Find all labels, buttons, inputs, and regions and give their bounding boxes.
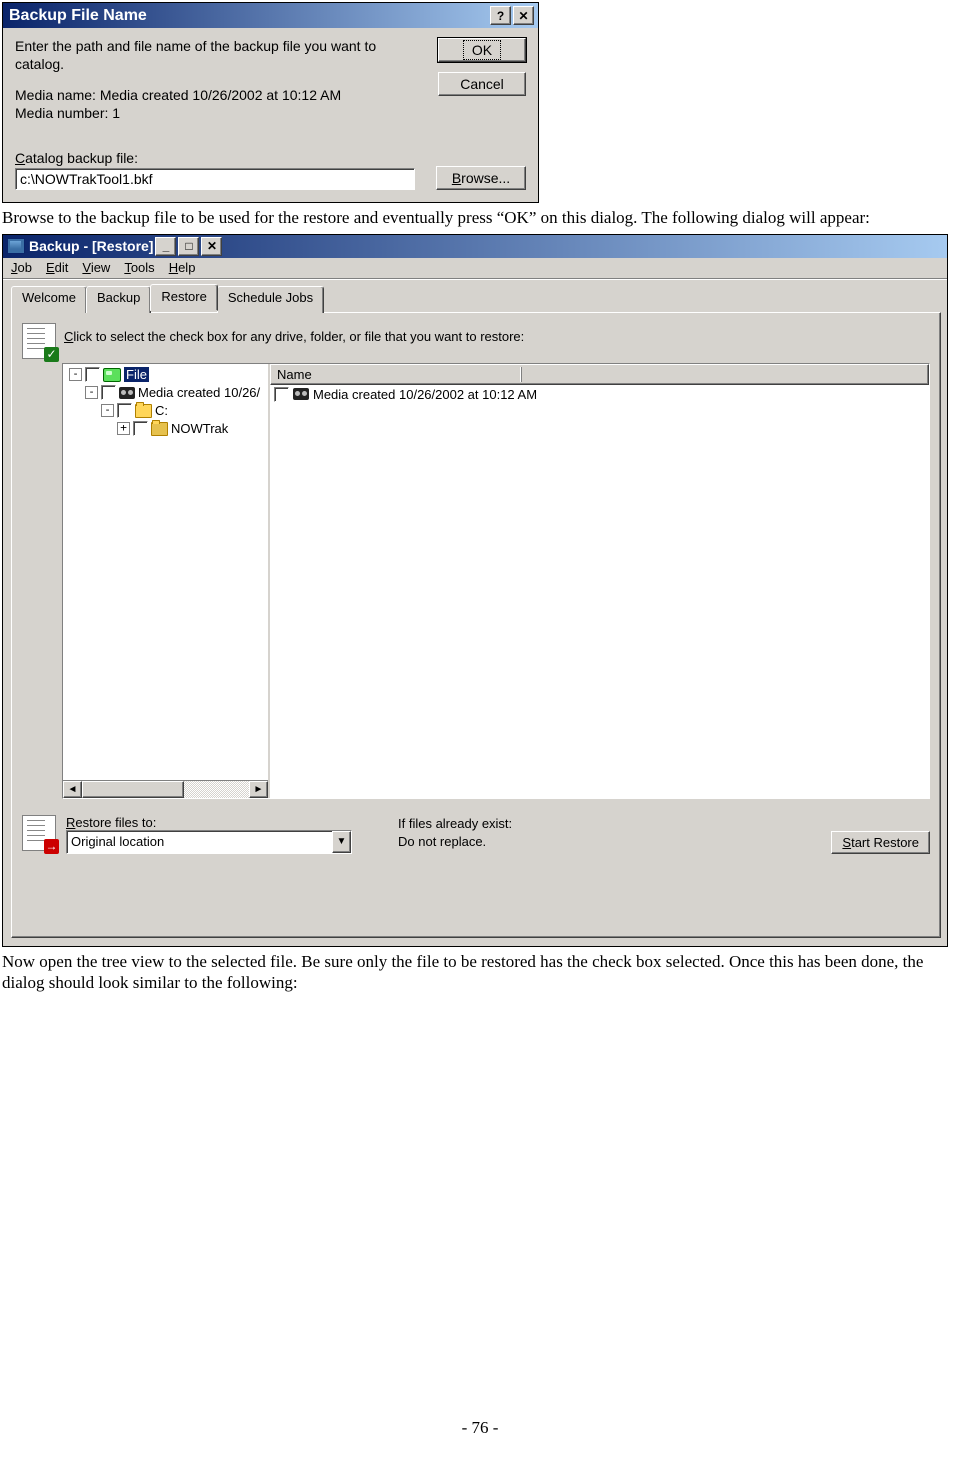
window-titlebar: Backup - [Restore] _ □ ✕: [3, 235, 947, 258]
menu-bar: Job Edit View Tools Help: [3, 258, 947, 279]
collapse-icon[interactable]: -: [69, 368, 82, 381]
close-icon[interactable]: ✕: [513, 6, 534, 25]
tree-checkbox[interactable]: [117, 403, 132, 418]
backup-restore-window: Backup - [Restore] _ □ ✕ Job Edit View T…: [2, 234, 948, 947]
tree-node-nowtrak[interactable]: + NOWTrak: [65, 420, 268, 438]
tab-welcome[interactable]: Welcome: [11, 286, 87, 313]
collapse-icon[interactable]: -: [101, 404, 114, 417]
tree-label-nowtrak: NOWTrak: [171, 421, 228, 436]
menu-help[interactable]: Help: [169, 260, 196, 275]
close-icon[interactable]: ✕: [201, 237, 222, 256]
restore-instruction-text: Click to select the check box for any dr…: [64, 323, 524, 344]
body-paragraph-1: Browse to the backup file to be used for…: [2, 207, 956, 228]
tree-label-drive: C:: [155, 403, 168, 418]
column-blank[interactable]: [521, 367, 922, 382]
list-item-media[interactable]: Media created 10/26/2002 at 10:12 AM: [270, 385, 929, 404]
scroll-right-icon[interactable]: ►: [249, 781, 268, 798]
list-checkbox[interactable]: [274, 387, 289, 402]
tape-icon: [119, 387, 135, 399]
maximize-icon[interactable]: □: [178, 237, 199, 256]
chevron-down-icon[interactable]: ▼: [332, 831, 351, 853]
expand-icon[interactable]: +: [117, 422, 130, 435]
dialog-titlebar: Backup File Name ? ✕: [3, 3, 538, 28]
tree-node-drive-c[interactable]: - C:: [65, 402, 268, 420]
tab-restore[interactable]: Restore: [150, 284, 218, 311]
list-item-label: Media created 10/26/2002 at 10:12 AM: [313, 387, 537, 402]
tree-checkbox[interactable]: [133, 421, 148, 436]
column-name[interactable]: Name: [277, 367, 521, 382]
restore-checklist-icon: [22, 323, 56, 359]
restore-target-icon: [22, 815, 56, 851]
restore-files-to-label: Restore files to:: [66, 815, 352, 830]
list-pane[interactable]: Name Media created 10/26/2002 at 10:12 A…: [268, 364, 929, 798]
catalog-file-input[interactable]: [15, 168, 415, 190]
cancel-button[interactable]: Cancel: [438, 72, 526, 96]
menu-edit[interactable]: Edit: [46, 260, 68, 275]
backup-file-name-dialog: Backup File Name ? ✕ OK Cancel Enter the…: [2, 2, 539, 203]
page-number: - 76 -: [0, 1418, 960, 1438]
files-exist-value: Do not replace.: [398, 833, 512, 851]
tree-checkbox[interactable]: [85, 367, 100, 382]
collapse-icon[interactable]: -: [85, 386, 98, 399]
dialog-instruction-text: Enter the path and file name of the back…: [15, 38, 395, 73]
tape-icon: [293, 388, 309, 400]
media-number-text: Media number: 1: [15, 105, 526, 123]
window-title-text: Backup - [Restore]: [29, 238, 153, 254]
start-restore-button[interactable]: Start Restore: [831, 831, 930, 854]
folder-closed-icon: [151, 422, 168, 436]
tree-node-media[interactable]: - Media created 10/26/: [65, 384, 268, 402]
scroll-left-icon[interactable]: ◄: [63, 781, 82, 798]
file-root-icon: [103, 368, 121, 382]
list-header[interactable]: Name: [270, 364, 929, 385]
tab-backup[interactable]: Backup: [86, 286, 151, 313]
tree-pane[interactable]: - File - Media created 10/26/ -: [63, 364, 268, 798]
folder-open-icon: [135, 404, 152, 418]
restore-tab-page: Click to select the check box for any dr…: [11, 312, 941, 938]
app-icon: [7, 238, 25, 254]
restore-location-value: Original location: [71, 834, 164, 849]
menu-tools[interactable]: Tools: [124, 260, 154, 275]
tree-checkbox[interactable]: [101, 385, 116, 400]
menu-view[interactable]: View: [82, 260, 110, 275]
restore-location-select[interactable]: Original location ▼: [66, 830, 352, 854]
tree-label-media: Media created 10/26/: [138, 385, 260, 400]
dialog-title-text: Backup File Name: [9, 7, 147, 25]
body-paragraph-2: Now open the tree view to the selected f…: [2, 951, 956, 994]
tab-strip: Welcome Backup Restore Schedule Jobs: [11, 285, 941, 312]
files-exist-label: If files already exist:: [398, 815, 512, 833]
tree-label-file: File: [124, 367, 149, 382]
tab-schedule-jobs[interactable]: Schedule Jobs: [217, 286, 324, 313]
browse-button[interactable]: Browse...: [436, 166, 526, 190]
help-icon[interactable]: ?: [490, 6, 511, 25]
horizontal-scrollbar[interactable]: ◄ ►: [63, 780, 268, 798]
scroll-thumb[interactable]: [82, 781, 184, 798]
menu-job[interactable]: Job: [11, 260, 32, 275]
minimize-icon[interactable]: _: [155, 237, 176, 256]
ok-button[interactable]: OK: [438, 38, 526, 62]
tree-node-file[interactable]: - File: [65, 366, 268, 384]
